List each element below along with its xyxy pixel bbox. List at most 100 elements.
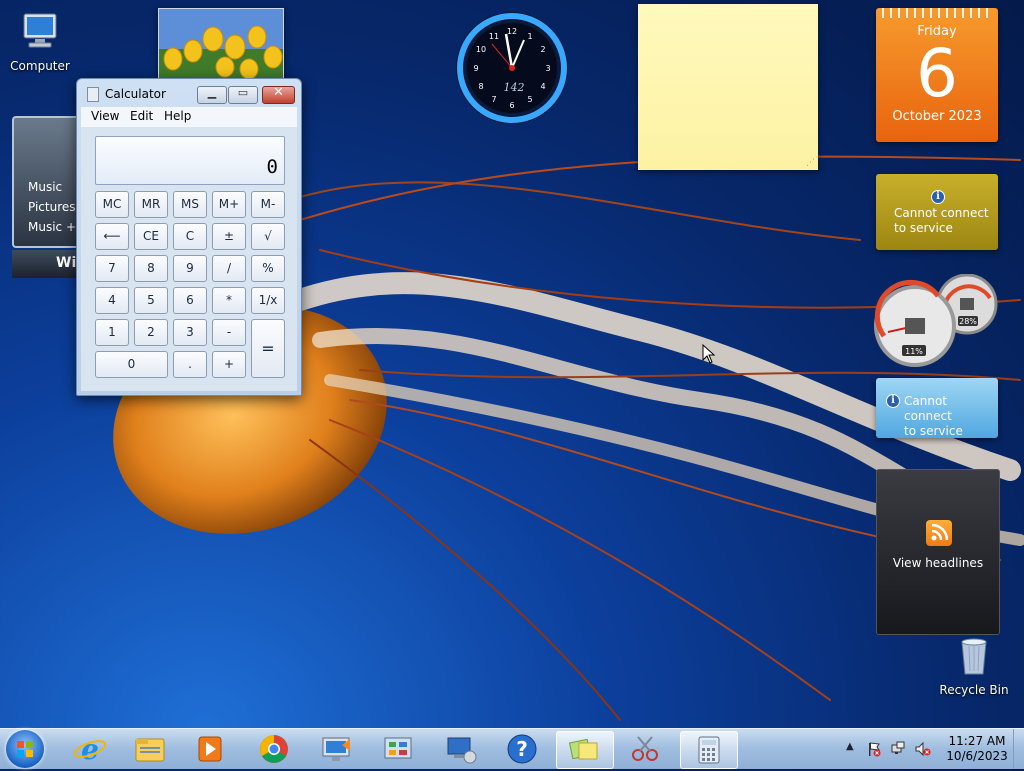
taskbar-control-panel[interactable] [370,731,426,767]
control-panel-icon [384,737,412,759]
title-bar[interactable]: Calculator ▁ ▭ ✕ [77,79,301,107]
svg-text:8: 8 [478,82,483,91]
key-8[interactable]: 8 [134,255,168,282]
taskbar-explorer[interactable] [122,731,178,767]
calendar-gadget[interactable]: Friday 6 October 2023 [876,8,998,142]
slideshow-gadget[interactable] [158,8,284,80]
key-m-minus[interactable]: M- [251,191,285,218]
weather-message-line1: Cannot connect [894,206,989,220]
key-m-plus[interactable]: M+ [212,191,246,218]
key-5[interactable]: 5 [134,287,168,314]
key-ms[interactable]: MS [173,191,207,218]
desktop-icon-recycle-bin[interactable]: Recycle Bin [934,634,1014,697]
calculator-window[interactable]: Calculator ▁ ▭ ✕ View Edit Help 0 MC MR … [76,78,302,396]
svg-text:6: 6 [509,101,514,110]
weather-message: Cannot connect to service [894,206,989,236]
network-tray-icon[interactable] [890,741,906,757]
close-button[interactable]: ✕ [262,85,295,104]
menu-view[interactable]: View [91,109,119,123]
currency-gadget[interactable]: i Cannot connect to service [876,378,998,438]
remote-desktop-icon [322,737,350,761]
feed-headlines-gadget[interactable]: View headlines [876,469,1000,635]
internet-explorer-icon: e [73,733,107,766]
key-0[interactable]: 0 [95,351,168,378]
snipping-tool-icon [632,736,658,761]
key-decimal[interactable]: . [173,351,207,378]
taskbar-clock[interactable]: 11:27 AM 10/6/2023 [946,734,1008,764]
cpu-meter-gadget[interactable]: 28% 11% [874,273,1000,373]
desktop-icon-label: Recycle Bin [939,683,1009,697]
key-multiply[interactable]: * [212,287,246,314]
cpu-meter-dials: 28% 11% [874,273,998,367]
taskbar-sticky-notes[interactable] [556,731,614,769]
taskbar-internet-explorer[interactable]: e [62,731,118,767]
svg-text:5: 5 [527,95,532,104]
key-plus-minus[interactable]: ± [212,223,246,250]
svg-text:11: 11 [489,32,499,41]
calculator-body: 0 MC MR MS M+ M- ⟵ CE C ± √ 7 8 9 / % 4 … [81,127,297,391]
maximize-button[interactable]: ▭ [228,86,258,104]
media-item[interactable]: Music + [28,220,76,234]
key-1[interactable]: 1 [95,319,129,346]
menu-help[interactable]: Help [164,109,191,123]
info-icon: i [886,394,900,408]
calendar-rings [882,8,992,18]
calculator-app-icon [87,87,99,102]
calendar-month-year: October 2023 [892,109,982,124]
taskbar-media-player[interactable] [182,731,238,767]
media-center-bar[interactable]: Wi [12,250,76,278]
taskbar-calculator[interactable] [680,731,738,769]
help-icon: ? [507,734,537,764]
desktop-icon-computer[interactable]: Computer [0,10,80,73]
media-item[interactable]: Music [28,180,62,194]
svg-text:9: 9 [473,64,478,73]
key-c[interactable]: C [173,223,207,250]
key-mr[interactable]: MR [134,191,168,218]
taskbar-help[interactable]: ? [494,731,550,767]
taskbar-remote-desktop[interactable] [308,731,364,767]
menu-edit[interactable]: Edit [130,109,153,123]
start-button[interactable] [6,730,44,768]
key-add[interactable]: + [212,351,246,378]
key-2[interactable]: 2 [134,319,168,346]
network-icon [447,737,477,764]
minimize-button[interactable]: ▁ [197,86,227,104]
clock-gadget[interactable]: 12 1 2 345 678 9 10 11 142 [454,10,570,129]
info-icon: i [931,190,945,204]
calculator-icon [698,736,720,764]
media-item[interactable]: Pictures [28,200,76,214]
key-4[interactable]: 4 [95,287,129,314]
key-percent[interactable]: % [251,255,285,282]
key-7[interactable]: 7 [95,255,129,282]
volume-muted-icon[interactable] [914,741,932,757]
media-center-gadget[interactable]: Music Pictures Music + Wi [12,116,78,280]
key-divide[interactable]: / [212,255,246,282]
action-center-flag-icon[interactable] [866,741,882,757]
key-reciprocal[interactable]: 1/x [251,287,285,314]
media-center-bar-label: Wi [56,255,77,271]
taskbar-snipping-tool[interactable] [618,731,674,767]
key-3[interactable]: 3 [173,319,207,346]
sticky-note-gadget[interactable]: ⋰ [638,4,818,170]
computer-icon [23,13,57,48]
key-ce[interactable]: CE [134,223,168,250]
media-player-icon [198,736,222,762]
key-9[interactable]: 9 [173,255,207,282]
key-mc[interactable]: MC [95,191,129,218]
taskbar-chrome[interactable] [246,731,302,767]
key-6[interactable]: 6 [173,287,207,314]
taskbar: e ? ▲ 11:27 AM 10/6/2023 [0,728,1024,769]
key-sqrt[interactable]: √ [251,223,285,250]
key-equals[interactable]: = [251,319,285,378]
svg-text:12: 12 [507,27,517,36]
mouse-cursor-icon [702,344,716,364]
recycle-bin-icon [961,638,987,675]
show-desktop-button[interactable] [1013,729,1024,769]
resize-grip-icon[interactable]: ⋰ [806,158,815,168]
view-headlines-link[interactable]: View headlines [877,556,999,570]
weather-gadget[interactable]: i Cannot connect to service [876,174,998,250]
key-subtract[interactable]: - [212,319,246,346]
taskbar-network[interactable] [432,731,488,767]
key-backspace[interactable]: ⟵ [95,223,129,250]
show-hidden-icons-icon[interactable]: ▲ [846,741,854,752]
